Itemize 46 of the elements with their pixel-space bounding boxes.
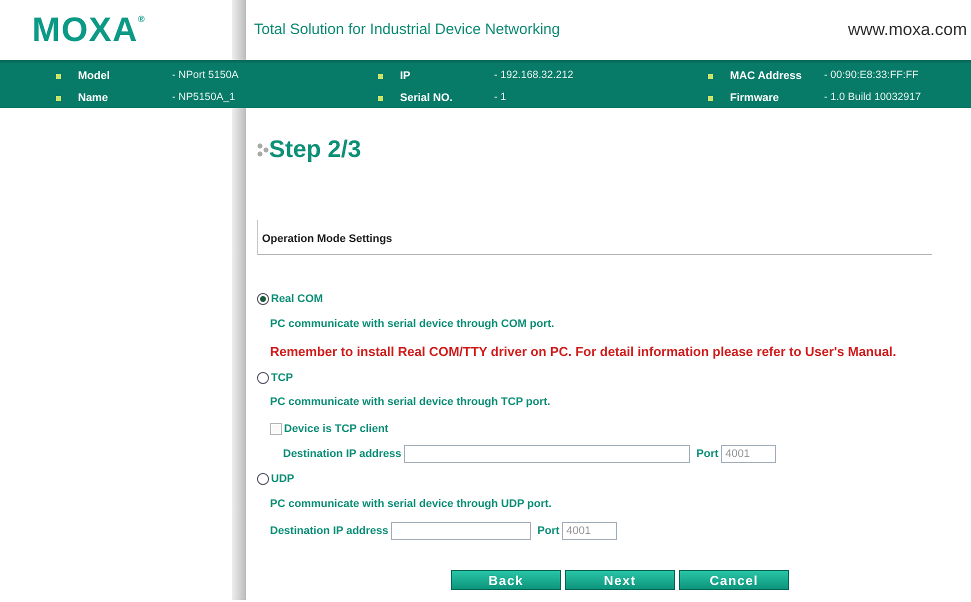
- field-label: Destination IP address: [270, 524, 388, 539]
- logo: MOXA®: [32, 10, 146, 51]
- nav-button[interactable]: Cancel: [679, 570, 789, 590]
- info-label: Serial NO.: [400, 90, 454, 106]
- bullet-icon: [378, 96, 383, 100]
- info-label: IP: [400, 68, 412, 84]
- info-value: - NP5150A_1: [172, 90, 236, 106]
- radio-button[interactable]: [257, 473, 269, 486]
- radio-label: Real COM: [271, 292, 323, 307]
- field-label: Destination IP address: [283, 446, 402, 462]
- radio-label: UDP: [271, 472, 294, 487]
- description: PC communicate with serial device through TCP port.: [270, 395, 550, 410]
- bullet-icon: [378, 74, 383, 78]
- field-label: Port: [537, 524, 560, 539]
- info-value: - 1: [494, 90, 506, 106]
- radio-label: TCP: [271, 370, 293, 386]
- field-label: Port: [696, 446, 718, 462]
- input-field[interactable]: [404, 445, 690, 463]
- info-value: - 192.168.32.212: [494, 68, 574, 84]
- warning-text: Remember to install Real COM/TTY driver on PC. For detail information please refer to User's Manual.: [270, 343, 896, 361]
- bullet-icon: [708, 74, 713, 78]
- nav-button[interactable]: Next: [565, 570, 675, 590]
- bullet-icon: [708, 96, 713, 100]
- section-title: Operation Mode Settings: [262, 233, 392, 245]
- radio-button[interactable]: [257, 293, 269, 306]
- info-value: - 00:90:E8:33:FF:FF: [824, 68, 919, 84]
- info-label: MAC Address: [730, 68, 803, 84]
- info-label: Name: [78, 90, 109, 106]
- divider-band: [232, 0, 246, 60]
- tagline: Total Solution for Industrial Device Networking: [254, 20, 560, 40]
- info-value: - NPort 5150A: [172, 68, 239, 84]
- description: PC communicate with serial device through COM port.: [270, 316, 554, 332]
- input-field[interactable]: [391, 522, 532, 540]
- step-title: Step 2/3: [269, 135, 362, 165]
- bullet-icon: [56, 74, 61, 78]
- nav-button[interactable]: Back: [451, 570, 561, 590]
- checkbox[interactable]: [270, 422, 282, 435]
- dots-icon: [257, 143, 269, 157]
- info-label: Model: [78, 68, 111, 84]
- website-url: www.moxa.com: [848, 19, 968, 42]
- info-label: Firmware: [730, 90, 780, 106]
- checkbox-label: Device is TCP client: [284, 422, 388, 436]
- info-value: - 1.0 Build 10032917: [824, 90, 921, 106]
- bullet-icon: [56, 96, 61, 100]
- description: PC communicate with serial device through UDP port.: [270, 496, 552, 512]
- radio-button[interactable]: [257, 372, 269, 384]
